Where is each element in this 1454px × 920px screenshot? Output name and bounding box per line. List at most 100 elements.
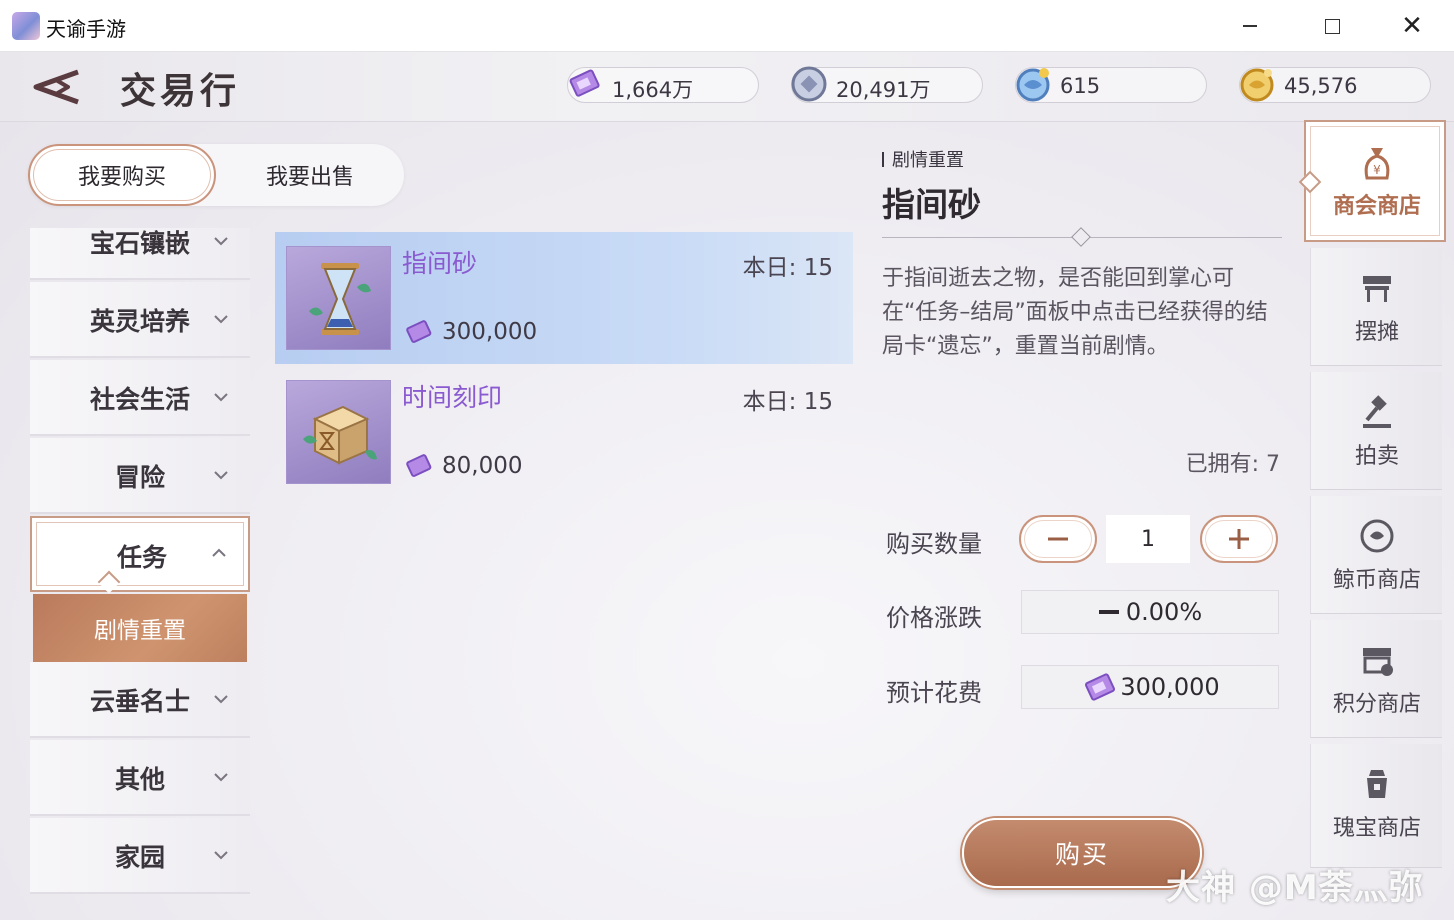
back-arrow-icon[interactable]: [28, 66, 84, 108]
chevron-down-icon: [214, 237, 228, 246]
chevron-down-icon: [214, 695, 228, 704]
currency-value: 1,664万: [612, 78, 694, 102]
currency-purple-ticket[interactable]: 1,664万: [567, 67, 759, 103]
estimated-cost-text: 300,000: [1120, 673, 1220, 701]
game-viewport: 交易行 1,664万 20,491万 615 45,576 我要购买 我要出售 …: [0, 52, 1454, 920]
svg-text:¥: ¥: [1373, 163, 1381, 177]
item-row[interactable]: 指间砂 本日: 15 300,000: [275, 232, 853, 364]
stall-icon: [1363, 276, 1391, 302]
plus-icon: [1229, 529, 1249, 549]
quantity-label: 购买数量: [886, 530, 982, 558]
page-title: 交易行: [120, 70, 241, 112]
purple-ticket-icon: [1085, 673, 1116, 701]
currency-silver-coin[interactable]: 20,491万: [791, 66, 983, 103]
close-icon: ✕: [1401, 11, 1423, 41]
window-title: 天谕手游: [46, 17, 126, 41]
silver-coin-icon: [791, 66, 827, 102]
flat-trend-icon: [1098, 610, 1119, 614]
shop-tab-guild-store[interactable]: ¥ 商会商店: [1298, 120, 1446, 242]
whale-coin-icon: [1360, 519, 1394, 553]
item-price: 300,000: [442, 319, 538, 345]
chevron-up-icon: [212, 548, 226, 557]
category-gem-inlay[interactable]: 宝石镶嵌: [30, 228, 250, 280]
minus-icon: [1048, 537, 1068, 541]
shop-tab-stall[interactable]: 摆摊: [1310, 248, 1442, 366]
shop-tab-label: 瑰宝商店: [1332, 816, 1421, 841]
category-spirit-training[interactable]: 英灵培养: [30, 282, 250, 358]
chevron-down-icon: [214, 471, 228, 480]
item-daily-limit: 本日: 15: [742, 389, 833, 415]
shop-tab-treasure-store[interactable]: 瑰宝商店: [1310, 744, 1442, 868]
item-row[interactable]: 时间刻印 本日: 15 80,000: [275, 366, 853, 498]
quantity-input[interactable]: 1: [1106, 515, 1190, 563]
shop-tab-label: 积分商店: [1332, 692, 1421, 717]
estimated-cost-label: 预计花费: [886, 679, 982, 707]
subcategory-story-reset[interactable]: 剧情重置: [33, 594, 247, 662]
purple-ticket-icon: [406, 454, 432, 477]
money-bag-icon: ¥: [1364, 148, 1390, 180]
price-change-text: 0.00%: [1125, 598, 1203, 626]
category-home[interactable]: 家园: [30, 818, 250, 894]
shop-tab-auction[interactable]: 拍卖: [1310, 372, 1442, 490]
watermark: 大神 @M荼灬弥: [1166, 868, 1424, 908]
minimize-button[interactable]: [1230, 8, 1270, 44]
item-name: 时间刻印: [402, 383, 503, 412]
category-adventure[interactable]: 冒险: [30, 438, 250, 514]
price-change-label: 价格涨跌: [886, 604, 982, 632]
chevron-down-icon: [214, 393, 228, 402]
chevron-down-icon: [214, 773, 228, 782]
shop-tab-label: 拍卖: [1354, 444, 1399, 469]
currency-value: 45,576: [1284, 74, 1358, 98]
currency-value: 615: [1060, 74, 1101, 98]
category-list: 宝石镶嵌 英灵培养 社会生活 冒险 任务 剧情重置 云垂名士 其他 家园: [30, 228, 250, 894]
header-bar: 交易行 1,664万 20,491万 615 45,576: [0, 52, 1454, 122]
maximize-button[interactable]: [1312, 8, 1352, 44]
item-name: 指间砂: [402, 249, 478, 278]
currency-gold-coin[interactable]: 45,576: [1239, 67, 1431, 103]
detail-description: 于指间逝去之物，是否能回到掌心可在“任务–结局”面板中点击已经获得的结局卡“遗忘…: [882, 266, 1268, 359]
category-social-life[interactable]: 社会生活: [30, 360, 250, 436]
hourglass-icon: [309, 263, 371, 335]
owned-count: 已拥有: 7: [1185, 452, 1280, 477]
sell-mode-tab[interactable]: 我要出售: [216, 144, 404, 206]
estimated-cost-value: 300,000: [1021, 665, 1279, 709]
item-price: 80,000: [442, 453, 523, 479]
item-daily-limit: 本日: 15: [742, 255, 833, 281]
currency-value: 20,491万: [836, 78, 931, 102]
shop-tab-label: 摆摊: [1354, 320, 1399, 345]
buy-sell-toggle: 我要购买 我要出售: [28, 144, 404, 206]
minimize-icon: [1243, 25, 1257, 27]
maximize-icon: [1324, 18, 1340, 34]
shop-tab-points-store[interactable]: 积分商店: [1310, 620, 1442, 738]
shop-tab-label: 商会商店: [1332, 194, 1421, 219]
gold-coin-icon: [1240, 68, 1274, 102]
decrease-quantity-button[interactable]: [1019, 515, 1097, 563]
close-button[interactable]: ✕: [1392, 8, 1432, 44]
purple-ticket-icon: [569, 69, 600, 97]
shop-tab-whale-coin-store[interactable]: 鲸币商店: [1310, 496, 1442, 614]
shop-tab-label: 鲸币商店: [1332, 568, 1421, 593]
detail-title: 指间砂: [882, 185, 981, 224]
gavel-icon: [1363, 395, 1391, 428]
blue-whale-coin-icon: [1016, 68, 1050, 102]
detail-category: 剧情重置: [882, 146, 964, 172]
treasure-icon: [1367, 770, 1387, 798]
chevron-down-icon: [214, 851, 228, 860]
currency-blue-whale-coin[interactable]: 615: [1015, 67, 1207, 103]
price-change-value: 0.00%: [1021, 590, 1279, 634]
app-icon: [12, 12, 40, 40]
item-thumbnail: [286, 380, 391, 484]
shop-tab-rail: ¥ 商会商店 摆摊 拍卖 鲸币商店 积分商店 瑰宝商店: [1298, 120, 1454, 920]
buy-mode-tab[interactable]: 我要购买: [28, 144, 216, 206]
divider-diamond-icon: [1071, 227, 1091, 247]
item-thumbnail: [286, 246, 391, 350]
window-titlebar: 天谕手游 ✕: [0, 0, 1454, 52]
category-quest[interactable]: 任务: [30, 516, 250, 592]
category-famous-npc[interactable]: 云垂名士: [30, 662, 250, 738]
category-other[interactable]: 其他: [30, 740, 250, 816]
time-seal-cube-icon: [303, 405, 377, 465]
chevron-down-icon: [214, 315, 228, 324]
purple-ticket-icon: [406, 320, 432, 343]
points-shop-icon: [1363, 648, 1393, 676]
increase-quantity-button[interactable]: [1200, 515, 1278, 563]
